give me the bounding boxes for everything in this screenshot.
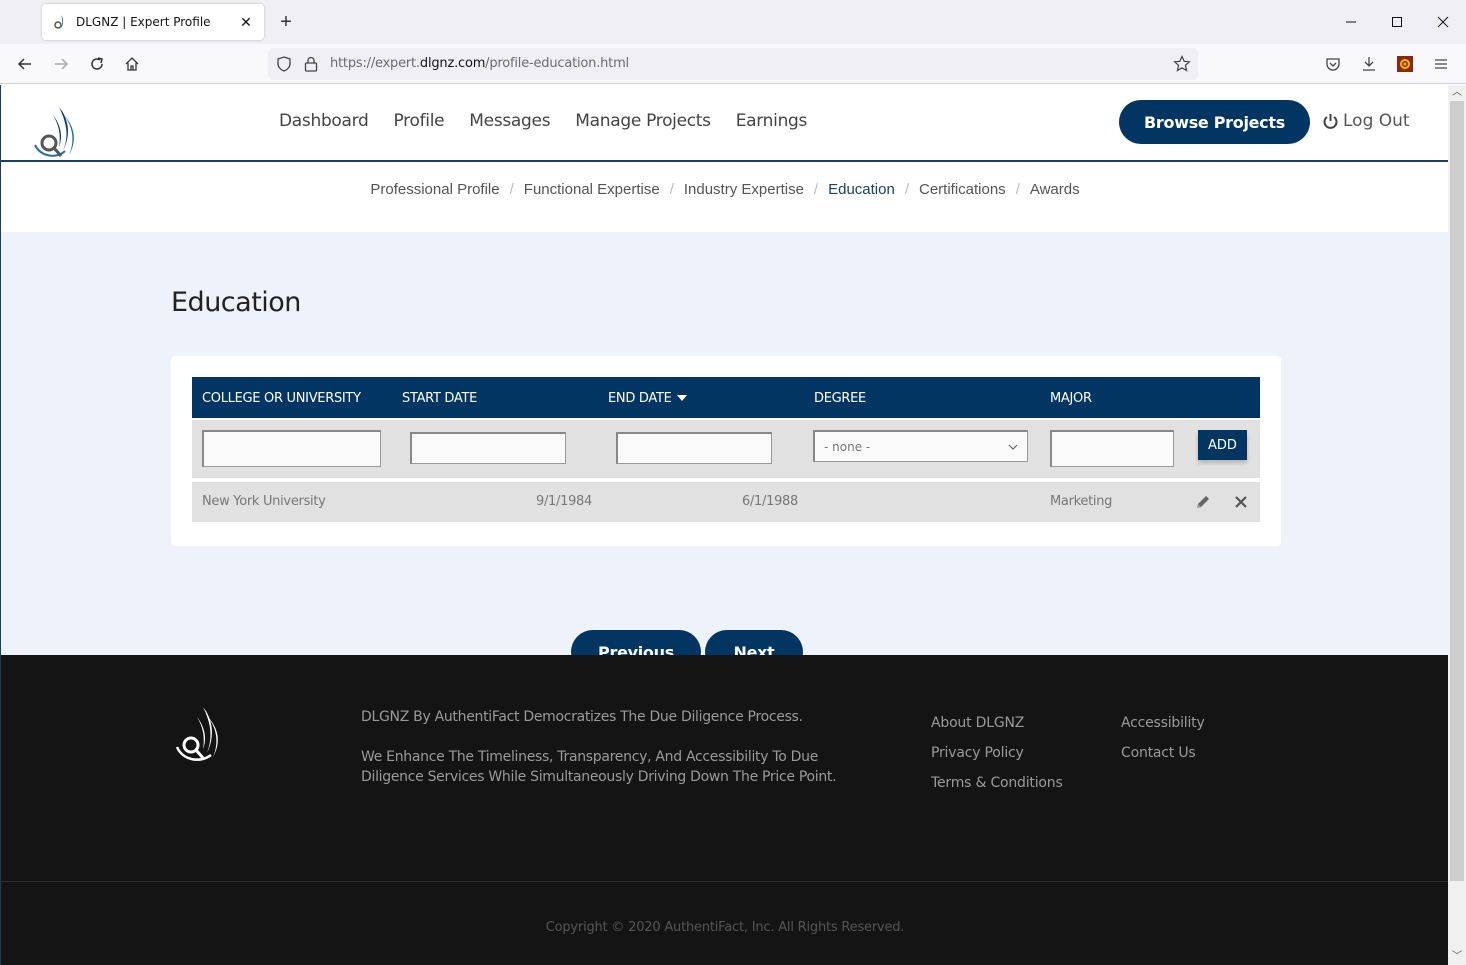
url-bar[interactable]: https://expert.dlgnz.com/profile-educati… — [268, 48, 1198, 80]
footer-tagline: DLGNZ By AuthentiFact Democratizes The D… — [361, 709, 803, 725]
footer-logo[interactable] — [173, 705, 229, 763]
crumb-professional-profile[interactable]: Professional Profile — [370, 181, 499, 232]
footer-about: DLGNZ By AuthentiFact Democratizes The D… — [361, 707, 871, 807]
crumb-awards[interactable]: Awards — [1030, 181, 1080, 232]
browser-tab-bar: DLGNZ | Expert Profile ✕ + — [0, 0, 1466, 44]
browse-projects-button[interactable]: Browse Projects — [1119, 100, 1310, 144]
nav-dashboard[interactable]: Dashboard — [279, 111, 369, 131]
col-start-date[interactable]: START DATE — [402, 391, 477, 406]
shield-icon[interactable] — [276, 56, 292, 72]
browser-toolbar: https://expert.dlgnz.com/profile-educati… — [0, 44, 1466, 84]
footer-link-accessibility[interactable]: Accessibility — [1121, 713, 1205, 733]
footer-link-about[interactable]: About DLGNZ — [931, 713, 1063, 733]
back-icon[interactable] — [13, 52, 37, 76]
profile-breadcrumb: Professional Profile / Functional Expert… — [1, 164, 1448, 232]
copyright: Copyright © 2020 AuthentiFact, Inc. All … — [545, 920, 905, 935]
footer-divider — [1, 881, 1448, 882]
url-path: /profile-education.html — [485, 56, 629, 71]
cell-start-date: 9/1/1984 — [536, 494, 592, 509]
footer-links-col2: Accessibility Contact Us — [1121, 713, 1205, 763]
scroll-up-icon[interactable]: ︿ — [1448, 85, 1466, 101]
end-date-input[interactable] — [616, 432, 772, 464]
window-close-icon[interactable] — [1420, 0, 1466, 44]
crumb-separator: / — [813, 181, 819, 198]
footer-links-col1: About DLGNZ Privacy Policy Terms & Condi… — [931, 713, 1063, 793]
url-prefix: https://expert. — [330, 56, 420, 71]
crumb-separator: / — [1015, 181, 1020, 198]
browser-tab[interactable]: DLGNZ | Expert Profile ✕ — [42, 4, 264, 40]
footer-link-contact[interactable]: Contact Us — [1121, 743, 1205, 763]
cell-end-date: 6/1/1988 — [742, 494, 798, 509]
main-nav: Dashboard Profile Messages Manage Projec… — [279, 111, 832, 131]
url-text[interactable]: https://expert.dlgnz.com/profile-educati… — [330, 56, 629, 71]
reload-icon[interactable] — [85, 52, 109, 76]
col-end-date-label: END DATE — [608, 391, 672, 406]
col-college[interactable]: COLLEGE OR UNIVERSITY — [202, 391, 361, 406]
pencil-icon — [1197, 496, 1209, 508]
power-icon — [1323, 114, 1338, 129]
college-input[interactable] — [202, 430, 381, 467]
education-card: COLLEGE OR UNIVERSITY START DATE END DAT… — [171, 356, 1281, 546]
degree-select-value: - none - — [824, 439, 871, 454]
pocket-icon[interactable] — [1321, 52, 1345, 76]
minimize-icon[interactable] — [1328, 0, 1374, 44]
table-header: COLLEGE OR UNIVERSITY START DATE END DAT… — [192, 377, 1260, 418]
crumb-separator: / — [669, 181, 674, 198]
extension-icon[interactable] — [1393, 52, 1417, 76]
nav-manage-projects[interactable]: Manage Projects — [575, 111, 711, 131]
tab-title: DLGNZ | Expert Profile — [76, 15, 211, 29]
maximize-icon[interactable] — [1374, 0, 1420, 44]
close-icon — [1235, 496, 1247, 508]
nav-messages[interactable]: Messages — [469, 111, 550, 131]
major-input[interactable] — [1050, 430, 1174, 467]
page-scrollbar[interactable]: ︿ ﹀ — [1448, 85, 1466, 965]
footer-link-terms[interactable]: Terms & Conditions — [931, 773, 1063, 793]
menu-icon[interactable] — [1429, 52, 1453, 76]
cell-major: Marketing — [1050, 494, 1113, 509]
scroll-down-icon[interactable]: ﹀ — [1448, 949, 1466, 965]
col-major[interactable]: MAJOR — [1050, 391, 1092, 406]
bookmark-star-icon[interactable] — [1173, 55, 1191, 73]
forward-icon[interactable] — [49, 52, 73, 76]
site-header: Dashboard Profile Messages Manage Projec… — [1, 85, 1448, 162]
new-tab-icon[interactable]: + — [276, 10, 296, 34]
delete-button[interactable] — [1231, 492, 1251, 512]
footer-link-privacy[interactable]: Privacy Policy — [931, 743, 1063, 763]
edit-button[interactable] — [1193, 492, 1213, 512]
crumb-education[interactable]: Education — [828, 181, 895, 232]
site-footer: DLGNZ By AuthentiFact Democratizes The D… — [1, 655, 1448, 965]
tab-close-icon[interactable]: ✕ — [238, 14, 254, 31]
cell-college: New York University — [202, 494, 326, 509]
site-favicon-icon — [54, 15, 64, 29]
page-viewport: Dashboard Profile Messages Manage Projec… — [0, 85, 1448, 965]
download-icon[interactable] — [1357, 52, 1381, 76]
sort-desc-icon — [676, 395, 687, 401]
add-button[interactable]: ADD — [1198, 430, 1247, 460]
page-title: Education — [171, 287, 301, 318]
table-row: New York University 9/1/1984 6/1/1988 Ma… — [192, 482, 1260, 522]
logout-link[interactable]: Log Out — [1323, 111, 1410, 131]
crumb-certifications[interactable]: Certifications — [919, 181, 1006, 232]
crumb-functional-expertise[interactable]: Functional Expertise — [524, 181, 660, 232]
crumb-industry-expertise[interactable]: Industry Expertise — [684, 181, 804, 232]
scrollbar-thumb[interactable] — [1450, 101, 1464, 881]
nav-earnings[interactable]: Earnings — [736, 111, 808, 131]
col-end-date[interactable]: END DATE — [608, 391, 687, 406]
crumb-separator: / — [509, 181, 514, 198]
crumb-separator: / — [904, 181, 909, 198]
chevron-down-icon — [1008, 444, 1018, 450]
lock-icon[interactable] — [304, 56, 318, 72]
main-content: Education COLLEGE OR UNIVERSITY START DA… — [1, 232, 1448, 674]
nav-profile[interactable]: Profile — [394, 111, 445, 131]
url-domain: dlgnz.com — [419, 56, 486, 71]
new-entry-row: - none - ADD — [192, 420, 1260, 478]
dlgnz-logo[interactable] — [31, 105, 83, 159]
start-date-input[interactable] — [410, 432, 566, 464]
col-degree[interactable]: DEGREE — [814, 391, 866, 406]
home-icon[interactable] — [120, 52, 144, 76]
degree-select[interactable]: - none - — [813, 430, 1028, 462]
logout-label: Log Out — [1343, 111, 1410, 131]
footer-description: We Enhance The Timeliness, Transparency,… — [361, 749, 837, 785]
